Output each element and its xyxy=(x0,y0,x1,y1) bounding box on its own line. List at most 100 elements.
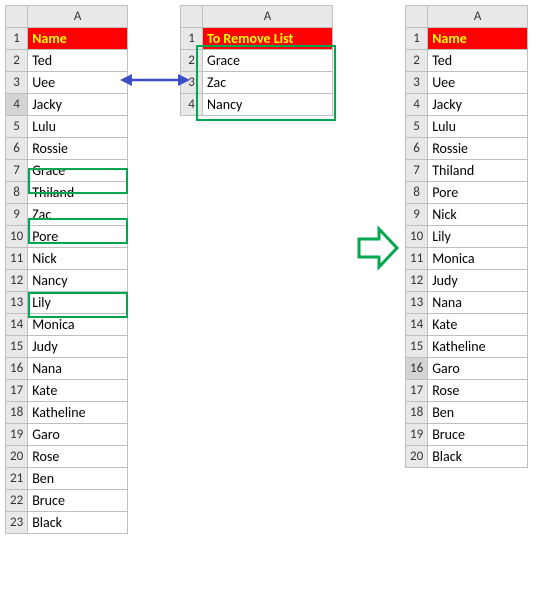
row-header[interactable]: 18 xyxy=(406,402,428,424)
row-header[interactable]: 10 xyxy=(406,226,428,248)
row-header[interactable]: 2 xyxy=(406,50,428,72)
column-header-a[interactable]: A xyxy=(203,6,333,28)
data-cell[interactable]: Zac xyxy=(28,204,128,226)
row-header[interactable]: 8 xyxy=(6,182,28,204)
row-header[interactable]: 4 xyxy=(406,94,428,116)
data-cell[interactable]: Nancy xyxy=(28,270,128,292)
data-cell[interactable]: Uee xyxy=(428,72,528,94)
data-cell[interactable]: Judy xyxy=(428,270,528,292)
data-cell[interactable]: Monica xyxy=(428,248,528,270)
row-header[interactable]: 5 xyxy=(406,116,428,138)
data-cell[interactable]: Katheline xyxy=(28,402,128,424)
row-header[interactable]: 14 xyxy=(406,314,428,336)
row-header[interactable]: 10 xyxy=(6,226,28,248)
data-cell[interactable]: Lulu xyxy=(428,116,528,138)
row-header[interactable]: 15 xyxy=(406,336,428,358)
row-header[interactable]: 5 xyxy=(6,116,28,138)
data-cell[interactable]: Nick xyxy=(28,248,128,270)
list-header-cell[interactable]: To Remove List xyxy=(203,28,333,50)
row-header[interactable]: 1 xyxy=(406,28,428,50)
row-header[interactable]: 2 xyxy=(181,50,203,72)
data-cell[interactable]: Black xyxy=(428,446,528,468)
data-cell[interactable]: Zac xyxy=(203,72,333,94)
row-header[interactable]: 11 xyxy=(406,248,428,270)
row-header[interactable]: 11 xyxy=(6,248,28,270)
data-cell[interactable]: Lily xyxy=(28,292,128,314)
row-header[interactable]: 13 xyxy=(6,292,28,314)
data-cell[interactable]: Thiland xyxy=(28,182,128,204)
data-cell[interactable]: Lily xyxy=(428,226,528,248)
row-header[interactable]: 6 xyxy=(406,138,428,160)
data-cell[interactable]: Ted xyxy=(28,50,128,72)
data-cell[interactable]: Judy xyxy=(28,336,128,358)
list-header-cell[interactable]: Name xyxy=(28,28,128,50)
data-cell[interactable]: Jacky xyxy=(28,94,128,116)
data-cell[interactable]: Grace xyxy=(203,50,333,72)
data-cell[interactable]: Lulu xyxy=(28,116,128,138)
data-cell[interactable]: Rose xyxy=(28,446,128,468)
data-cell[interactable]: Jacky xyxy=(428,94,528,116)
select-all-corner[interactable] xyxy=(6,6,28,28)
list-header-cell[interactable]: Name xyxy=(428,28,528,50)
data-cell[interactable]: Ted xyxy=(428,50,528,72)
row-header[interactable]: 20 xyxy=(6,446,28,468)
select-all-corner[interactable] xyxy=(181,6,203,28)
data-cell[interactable]: Nana xyxy=(428,292,528,314)
data-cell[interactable]: Thiland xyxy=(428,160,528,182)
row-header[interactable]: 1 xyxy=(6,28,28,50)
row-header[interactable]: 20 xyxy=(406,446,428,468)
column-header-a[interactable]: A xyxy=(28,6,128,28)
data-cell[interactable]: Garo xyxy=(28,424,128,446)
data-cell[interactable]: Rossie xyxy=(428,138,528,160)
data-cell[interactable]: Rose xyxy=(428,380,528,402)
row-header[interactable]: 16 xyxy=(6,358,28,380)
row-header[interactable]: 19 xyxy=(406,424,428,446)
remove-list-table: A 1To Remove List2Grace3Zac4Nancy xyxy=(180,5,333,116)
data-cell[interactable]: Rossie xyxy=(28,138,128,160)
row-header[interactable]: 12 xyxy=(406,270,428,292)
row-header[interactable]: 9 xyxy=(406,204,428,226)
row-header[interactable]: 8 xyxy=(406,182,428,204)
data-cell[interactable]: Black xyxy=(28,512,128,534)
data-cell[interactable]: Ben xyxy=(428,402,528,424)
row-header[interactable]: 9 xyxy=(6,204,28,226)
data-cell[interactable]: Nana xyxy=(28,358,128,380)
row-header[interactable]: 7 xyxy=(406,160,428,182)
row-header[interactable]: 14 xyxy=(6,314,28,336)
data-cell[interactable]: Uee xyxy=(28,72,128,94)
data-cell[interactable]: Ben xyxy=(28,468,128,490)
row-header[interactable]: 23 xyxy=(6,512,28,534)
data-cell[interactable]: Garo xyxy=(428,358,528,380)
row-header[interactable]: 1 xyxy=(181,28,203,50)
data-cell[interactable]: Kate xyxy=(28,380,128,402)
row-header[interactable]: 15 xyxy=(6,336,28,358)
column-header-a[interactable]: A xyxy=(428,6,528,28)
data-cell[interactable]: Pore xyxy=(428,182,528,204)
row-header[interactable]: 19 xyxy=(6,424,28,446)
data-cell[interactable]: Bruce xyxy=(428,424,528,446)
data-cell[interactable]: Katheline xyxy=(428,336,528,358)
row-header[interactable]: 21 xyxy=(6,468,28,490)
row-header[interactable]: 12 xyxy=(6,270,28,292)
select-all-corner[interactable] xyxy=(406,6,428,28)
row-header[interactable]: 3 xyxy=(406,72,428,94)
row-header[interactable]: 4 xyxy=(6,94,28,116)
row-header[interactable]: 6 xyxy=(6,138,28,160)
row-header[interactable]: 7 xyxy=(6,160,28,182)
row-header[interactable]: 16 xyxy=(406,358,428,380)
row-header[interactable]: 13 xyxy=(406,292,428,314)
row-header[interactable]: 18 xyxy=(6,402,28,424)
row-header[interactable]: 22 xyxy=(6,490,28,512)
data-cell[interactable]: Nancy xyxy=(203,94,333,116)
row-header[interactable]: 3 xyxy=(6,72,28,94)
data-cell[interactable]: Kate xyxy=(428,314,528,336)
row-header[interactable]: 17 xyxy=(6,380,28,402)
data-cell[interactable]: Pore xyxy=(28,226,128,248)
data-cell[interactable]: Bruce xyxy=(28,490,128,512)
data-cell[interactable]: Monica xyxy=(28,314,128,336)
row-header[interactable]: 2 xyxy=(6,50,28,72)
data-cell[interactable]: Nick xyxy=(428,204,528,226)
data-cell[interactable]: Grace xyxy=(28,160,128,182)
row-header[interactable]: 17 xyxy=(406,380,428,402)
row-header[interactable]: 4 xyxy=(181,94,203,116)
